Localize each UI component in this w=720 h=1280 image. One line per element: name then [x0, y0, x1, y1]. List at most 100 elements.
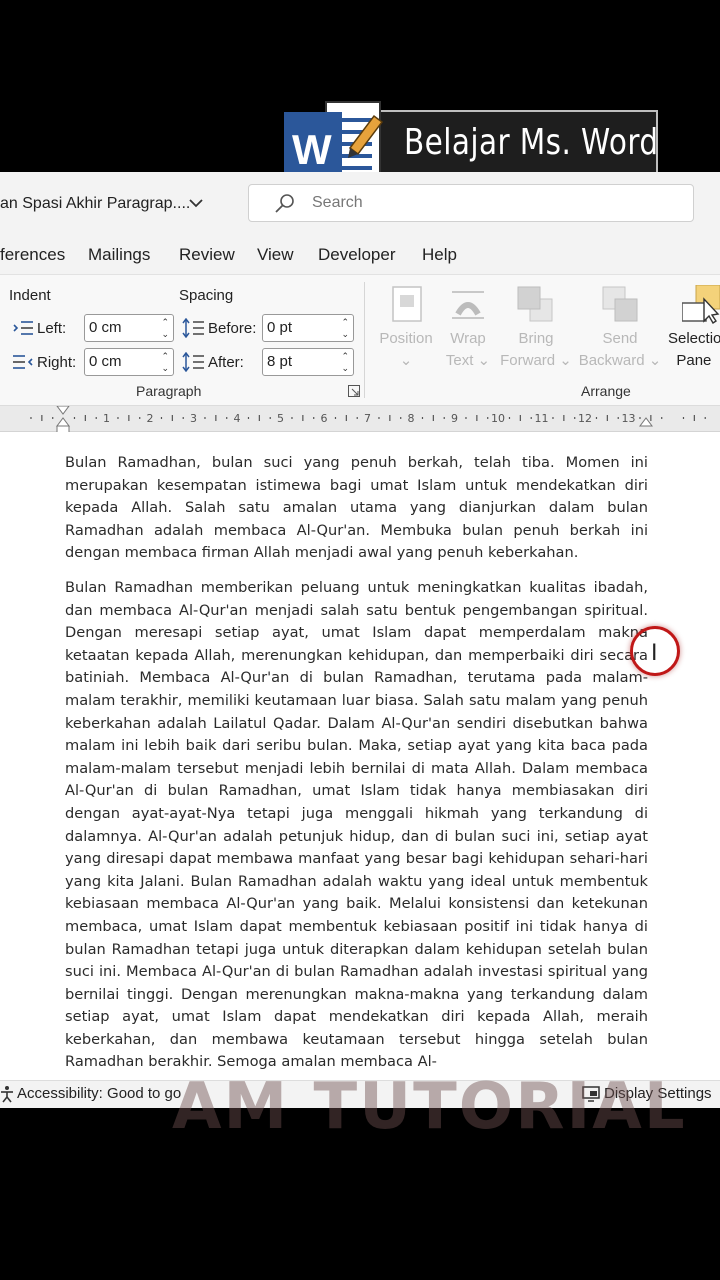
- ruler-tick: [128, 415, 130, 421]
- ruler-tick: [226, 417, 228, 419]
- spin-arrows-icon[interactable]: ⌃ ⌄: [161, 316, 169, 340]
- indent-left-icon: [13, 321, 33, 335]
- ruler-tick: [421, 417, 424, 419]
- ruler-number: 4: [234, 412, 241, 425]
- ruler-number: 11: [535, 412, 549, 425]
- ruler-number: 6: [321, 412, 328, 425]
- bring-forward-line1: Bring: [518, 330, 554, 347]
- accessibility-icon[interactable]: [0, 1085, 14, 1103]
- ruler-tick: [487, 417, 489, 419]
- ruler-tick: [639, 417, 641, 419]
- ruler-tick: [400, 417, 402, 419]
- ruler-number: 5: [277, 412, 284, 425]
- spacing-after-stepper[interactable]: 8 pt ⌃ ⌄: [262, 348, 354, 376]
- ruler-tick: [73, 417, 76, 419]
- spacing-before-icon: [182, 318, 204, 338]
- selection-pane-line1: Selectio: [668, 330, 720, 347]
- wrap-text-button[interactable]: Wrap Text ⌄: [440, 328, 496, 372]
- spin-arrows-icon[interactable]: ⌃ ⌄: [341, 316, 349, 340]
- selection-pane-button[interactable]: Selectio Pane: [668, 328, 720, 372]
- indent-left-value: 0 cm: [89, 319, 122, 336]
- bring-forward-icon: [517, 286, 553, 322]
- send-backward-button[interactable]: Send Backward ⌄: [578, 328, 662, 372]
- bring-forward-line2: Forward: [500, 352, 556, 369]
- accessibility-status[interactable]: Accessibility: Good to go: [17, 1085, 181, 1102]
- paragraph-group-label: Paragraph: [136, 383, 202, 399]
- banner-title: Belajar Ms. Word: [404, 122, 659, 163]
- indent-left-label: Left:: [37, 320, 67, 337]
- tab-review[interactable]: Review: [179, 245, 235, 265]
- spacing-before-stepper[interactable]: 0 pt ⌃ ⌄: [262, 314, 354, 342]
- ruler-tick: [693, 415, 695, 421]
- ruler-tick: [117, 417, 119, 419]
- bring-forward-button[interactable]: Bring Forward ⌄: [500, 328, 572, 372]
- ruler-tick: [95, 417, 97, 419]
- ruler-tick: [41, 415, 43, 421]
- ruler-tick: [356, 417, 358, 419]
- ruler-tick: [182, 417, 184, 419]
- tab-references[interactable]: ferences: [0, 245, 65, 265]
- indent-left-stepper[interactable]: 0 cm ⌃ ⌄: [84, 314, 174, 342]
- spin-arrows-icon[interactable]: ⌃ ⌄: [161, 350, 169, 374]
- dialog-launcher-icon[interactable]: [348, 385, 360, 397]
- send-backward-line1: Send: [602, 330, 638, 347]
- indent-right-stepper[interactable]: 0 cm ⌃ ⌄: [84, 348, 174, 376]
- ruler-tick: [661, 417, 663, 419]
- ruler-tick: [519, 415, 521, 421]
- search-placeholder: Search: [312, 194, 363, 211]
- spacing-after-value: 8 pt: [267, 353, 293, 370]
- indent-right-label: Right:: [37, 354, 77, 371]
- ruler-tick: [215, 415, 217, 421]
- ruler-tick: [334, 417, 337, 419]
- indent-right-icon: [13, 355, 33, 369]
- spacing-before-label: Before:: [208, 320, 257, 337]
- chevron-down-icon[interactable]: [188, 196, 204, 210]
- tab-view[interactable]: View: [257, 245, 294, 265]
- ruler-tick: [313, 417, 315, 419]
- selection-pane-line2: Pane: [676, 352, 712, 369]
- ruler-tick: [345, 415, 347, 421]
- ruler-tick: [552, 417, 554, 419]
- wrap-text-icon: [452, 291, 484, 319]
- ruler-tick: [606, 415, 608, 421]
- tab-developer[interactable]: Developer: [318, 245, 396, 265]
- ruler-number: 12: [578, 412, 592, 425]
- ruler-number: 3: [190, 412, 197, 425]
- spin-arrows-icon[interactable]: ⌃ ⌄: [341, 350, 349, 374]
- ruler-tick: [465, 417, 467, 419]
- document-paragraph-1[interactable]: Bulan Ramadhan, bulan suci yang penuh be…: [65, 452, 648, 565]
- ruler-tick: [378, 417, 380, 419]
- ruler-tick: [682, 417, 685, 419]
- position-label: Position: [379, 330, 433, 347]
- ruler-tick: [650, 415, 652, 421]
- ruler-tick: [617, 417, 619, 419]
- search-icon: [275, 194, 294, 213]
- document-title[interactable]: an Spasi Akhir Paragrap....: [0, 195, 190, 213]
- ruler-tick: [389, 415, 391, 421]
- ruler-tick: [258, 415, 260, 421]
- ruler-ticks: 1 2 3 4 5 6 7 8 9 10 11 12 13: [30, 406, 706, 434]
- ruler-tick: [595, 417, 598, 419]
- tab-mailings[interactable]: Mailings: [88, 245, 150, 265]
- ruler-number: 9: [451, 412, 458, 425]
- ruler-tick: [476, 415, 478, 421]
- position-button[interactable]: Position ⌄: [377, 328, 435, 372]
- ruler-number: 2: [147, 412, 154, 425]
- ribbon-divider: [364, 282, 365, 398]
- spacing-before-value: 0 pt: [267, 319, 293, 336]
- document-paragraph-2[interactable]: Bulan Ramadhan memberikan peluang untuk …: [65, 577, 648, 1073]
- ruler-tick: [30, 417, 32, 419]
- ruler-tick: [574, 417, 576, 419]
- ruler-tick: [302, 415, 304, 421]
- ruler-number: 1: [103, 412, 110, 425]
- ruler-tick: [443, 417, 445, 419]
- wrap-text-line2: Text: [445, 352, 474, 369]
- tab-help[interactable]: Help: [422, 245, 457, 265]
- ruler-tick: [269, 417, 271, 419]
- wrap-text-line1: Wrap: [450, 330, 486, 347]
- ruler-tick: [84, 415, 86, 421]
- send-backward-icon: [602, 286, 638, 322]
- ruler-tick: [291, 417, 293, 419]
- ruler-tick: [432, 415, 434, 421]
- ruler-tick: [52, 417, 54, 419]
